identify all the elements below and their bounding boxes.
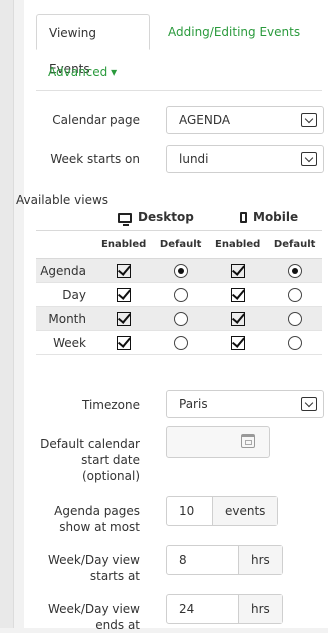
view-label: Agenda xyxy=(36,258,94,283)
view-starts-unit: hrs xyxy=(239,546,282,574)
left-scroll-gutter xyxy=(0,0,14,628)
chevron-down-icon xyxy=(301,113,317,127)
available-views-title: Available views xyxy=(16,193,109,207)
calendar-page-label: Calendar page xyxy=(52,113,140,127)
mobile-default-col: Default xyxy=(267,230,322,259)
mobile-default-radio[interactable] xyxy=(287,287,302,302)
settings-tabs: Viewing Events Adding/Editing Events Adv… xyxy=(36,14,322,90)
desktop-label: Desktop xyxy=(138,210,194,224)
view-starts-input[interactable]: 8 xyxy=(167,546,239,574)
desktop-default-radio[interactable] xyxy=(173,311,188,326)
timezone-select[interactable]: Paris xyxy=(166,390,324,418)
mobile-default-radio[interactable] xyxy=(287,335,302,350)
timezone-label: Timezone xyxy=(82,398,140,412)
view-label: Week xyxy=(36,330,94,355)
mobile-default-radio[interactable] xyxy=(287,263,302,278)
chevron-down-icon xyxy=(301,152,317,166)
desktop-default-radio[interactable] xyxy=(173,287,188,302)
agenda-pages-input[interactable]: 10 xyxy=(167,497,213,525)
agenda-pages-label-line2: show at most xyxy=(59,520,140,534)
view-row-day: Day xyxy=(36,282,322,307)
agenda-pages-unit: events xyxy=(213,497,278,525)
view-label: Day xyxy=(36,282,94,307)
tab-viewing-events[interactable]: Viewing Events xyxy=(36,14,150,76)
view-ends-input[interactable]: 24 xyxy=(167,595,239,623)
view-row-month: Month xyxy=(36,306,322,331)
mobile-enabled-col: Enabled xyxy=(207,230,268,259)
view-starts-label-line1: Week/Day view xyxy=(47,553,140,567)
view-ends-unit: hrs xyxy=(239,595,282,623)
view-starts-label-line2: starts at xyxy=(89,569,140,583)
agenda-pages-label: Agenda pages show at most xyxy=(16,503,140,535)
mobile-enabled-checkbox[interactable] xyxy=(230,263,245,278)
mobile-enabled-checkbox[interactable] xyxy=(230,311,245,326)
desktop-header: Desktop xyxy=(118,210,194,226)
tab-adding-editing-events[interactable]: Adding/Editing Events xyxy=(156,14,312,50)
mobile-header: Mobile xyxy=(240,210,298,224)
desktop-enabled-checkbox[interactable] xyxy=(116,263,131,278)
calendar-icon[interactable] xyxy=(241,434,255,448)
desktop-enabled-checkbox[interactable] xyxy=(116,287,131,302)
timezone-value: Paris xyxy=(179,397,208,411)
view-row-agenda: Agenda xyxy=(36,258,322,283)
agenda-pages-label-line1: Agenda pages xyxy=(54,504,140,518)
calendar-page-value: AGENDA xyxy=(179,113,231,127)
mobile-enabled-checkbox[interactable] xyxy=(230,287,245,302)
calendar-page-select[interactable]: AGENDA xyxy=(166,106,324,134)
tab-advanced[interactable]: Advanced ▾ xyxy=(36,54,129,90)
default-start-label: Default calendar start date (optional) xyxy=(16,436,140,484)
week-starts-on-select[interactable]: lundi xyxy=(166,145,324,173)
desktop-default-col: Default xyxy=(153,230,208,259)
default-start-date-input[interactable] xyxy=(166,426,270,458)
view-ends-label-line1: Week/Day view xyxy=(47,602,140,616)
default-start-label-line2: start date xyxy=(81,453,140,467)
phone-icon xyxy=(240,212,247,223)
week-starts-on-value: lundi xyxy=(179,152,209,166)
view-starts-input-group: 8 hrs xyxy=(166,545,283,575)
desktop-enabled-checkbox[interactable] xyxy=(116,311,131,326)
mobile-enabled-checkbox[interactable] xyxy=(230,335,245,350)
default-start-label-line3: (optional) xyxy=(82,469,140,483)
agenda-pages-input-group: 10 events xyxy=(166,496,279,526)
desktop-enabled-checkbox[interactable] xyxy=(116,335,131,350)
mobile-label: Mobile xyxy=(253,210,299,224)
chevron-down-icon xyxy=(301,397,317,411)
desktop-default-radio[interactable] xyxy=(173,263,188,278)
available-views-table: Enabled Default Enabled Default Agenda D… xyxy=(36,230,322,355)
default-start-label-line1: Default calendar xyxy=(40,437,140,451)
tabs-divider xyxy=(36,90,322,91)
monitor-icon xyxy=(118,213,132,226)
view-ends-input-group: 24 hrs xyxy=(166,594,283,624)
views-col-blank xyxy=(36,230,94,259)
desktop-default-radio[interactable] xyxy=(173,335,188,350)
view-row-week: Week xyxy=(36,330,322,355)
view-starts-label: Week/Day view starts at xyxy=(16,552,140,584)
view-label: Month xyxy=(36,306,94,331)
week-starts-on-label: Week starts on xyxy=(50,152,140,166)
mobile-default-radio[interactable] xyxy=(287,311,302,326)
view-ends-label-line2: ends at xyxy=(95,618,140,632)
view-ends-label: Week/Day view ends at xyxy=(16,601,140,633)
desktop-enabled-col: Enabled xyxy=(94,230,154,259)
